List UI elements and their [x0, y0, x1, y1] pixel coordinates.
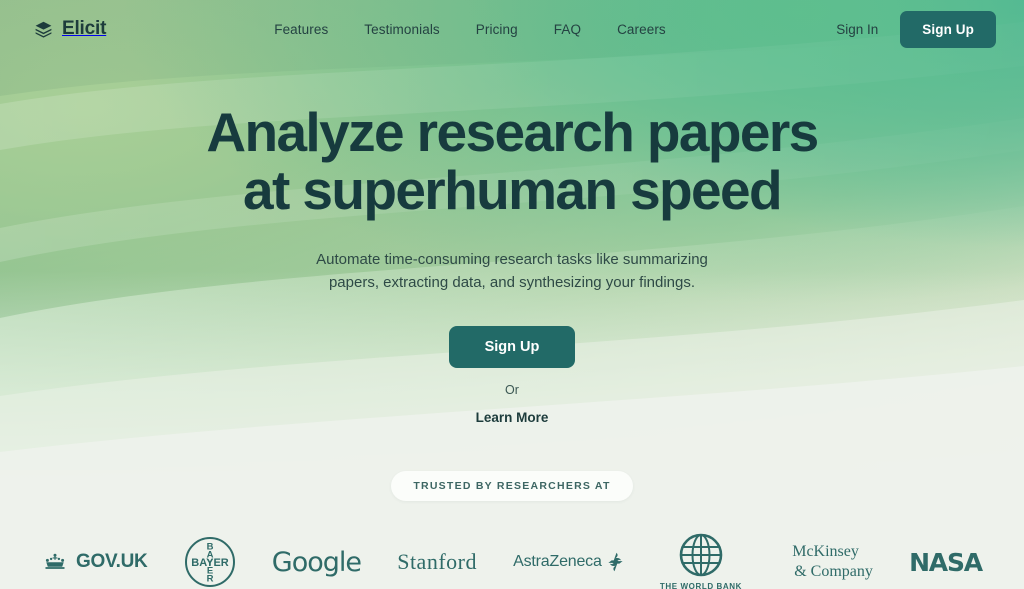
logo-google-text: Google: [271, 546, 362, 578]
logo-astrazeneca: AstraZeneca: [513, 552, 624, 572]
cta-divider-label: Or: [505, 383, 519, 397]
logo-gov-uk: GOV.UK: [42, 551, 148, 573]
hero-section: Analyze research papers at superhuman sp…: [0, 58, 1024, 427]
header-actions: Sign In Sign Up: [836, 10, 996, 48]
hero-subheadline: Automate time-consuming research tasks l…: [316, 250, 708, 291]
astrazeneca-emblem-icon: [608, 552, 623, 572]
nav-item-pricing[interactable]: Pricing: [476, 22, 518, 37]
logo-astrazeneca-text: AstraZeneca: [513, 553, 602, 570]
nav-item-faq[interactable]: FAQ: [554, 22, 581, 37]
trusted-badge: TRUSTED BY RESEARCHERS AT: [391, 471, 633, 501]
customer-logo-row: GOV.UK B A Y E R BAYER Google Stanford A…: [0, 533, 1024, 589]
sign-up-button-hero[interactable]: Sign Up: [448, 326, 576, 368]
learn-more-link[interactable]: Learn More: [476, 410, 549, 425]
trusted-badge-row: TRUSTED BY RESEARCHERS AT: [0, 471, 1024, 501]
logo-mckinsey-line-1: McKinsey: [792, 543, 859, 560]
logo-gov-uk-text: GOV.UK: [76, 551, 148, 572]
headline-line-2: at superhuman speed: [242, 158, 783, 221]
nav-item-features[interactable]: Features: [274, 22, 328, 37]
bayer-horizontal-text: BAYER: [191, 557, 229, 569]
globe-icon: [679, 533, 723, 577]
logo-mckinsey-text: McKinsey & Company: [778, 542, 873, 582]
main-nav: Features Testimonials Pricing FAQ Career…: [274, 22, 666, 37]
logo-stanford: Stanford: [397, 549, 477, 575]
sign-up-button-header[interactable]: Sign Up: [900, 10, 996, 48]
brand-name: Elicit: [62, 18, 107, 39]
logo-google: Google: [271, 546, 362, 578]
hero-cta-group: Sign Up Or Learn More: [0, 326, 1024, 427]
logo-bayer: B A Y E R BAYER: [184, 536, 236, 588]
logo-nasa-text: NASA: [909, 547, 983, 577]
logo-world-bank-text: THE WORLD BANK: [659, 582, 743, 589]
site-header: Elicit Features Testimonials Pricing FAQ…: [0, 0, 1024, 58]
page-title: Analyze research papers at superhuman sp…: [0, 101, 1024, 221]
logo-world-bank: THE WORLD BANK: [660, 533, 742, 589]
nav-item-testimonials[interactable]: Testimonials: [364, 22, 439, 37]
crown-icon: [45, 553, 65, 569]
logo-mckinsey-line-2: & Company: [794, 563, 873, 580]
bayer-cross-icon: B A Y E R BAYER: [184, 537, 235, 587]
headline-line-1: Analyze research papers: [206, 101, 819, 163]
sign-in-link[interactable]: Sign In: [836, 22, 878, 37]
logo-nasa: NASA: [909, 547, 983, 577]
nav-item-careers[interactable]: Careers: [617, 22, 666, 37]
logo-mckinsey: McKinsey & Company: [778, 542, 873, 582]
logo-stanford-text: Stanford: [397, 549, 477, 574]
brand-logo[interactable]: Elicit: [34, 18, 106, 40]
layers-books-icon: [35, 21, 52, 38]
svg-text:R: R: [206, 574, 213, 585]
